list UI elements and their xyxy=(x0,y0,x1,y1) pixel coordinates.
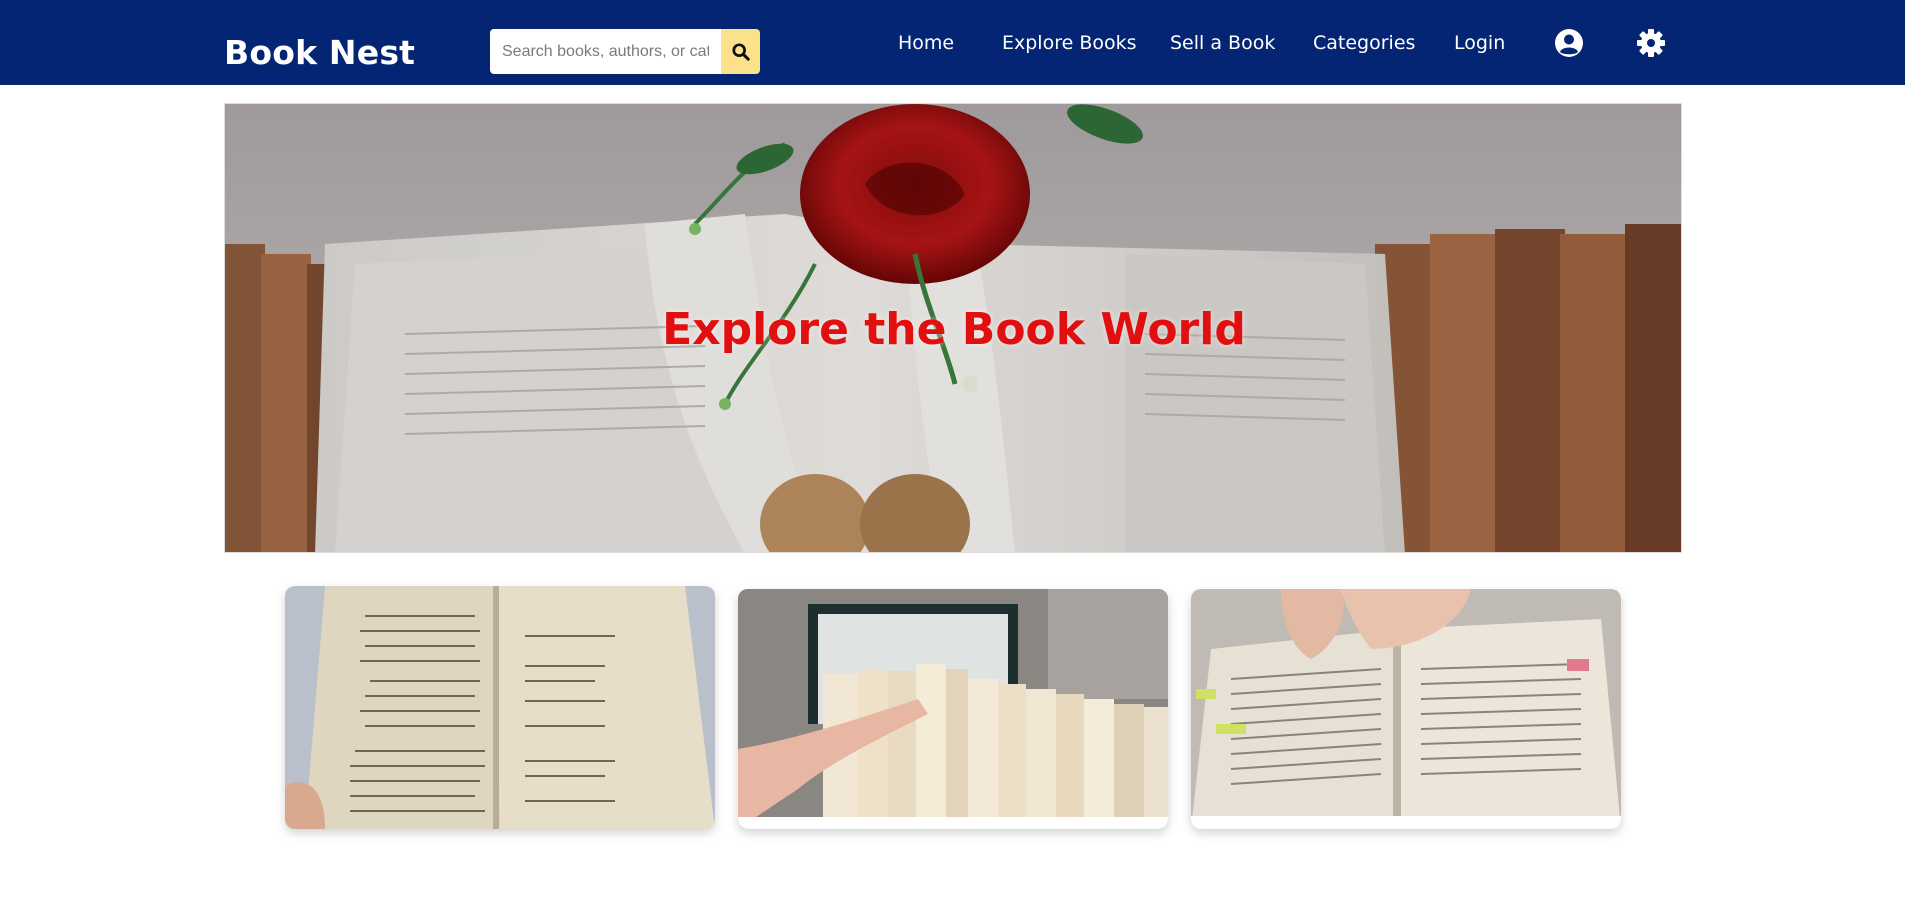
search-input[interactable] xyxy=(490,29,721,74)
feature-card[interactable] xyxy=(285,586,715,829)
card-image xyxy=(1191,589,1621,829)
search-button[interactable] xyxy=(721,29,760,74)
nav-login[interactable]: Login xyxy=(1454,30,1505,56)
search-icon xyxy=(731,42,750,61)
nav-explore-books[interactable]: Explore Books xyxy=(1002,30,1137,56)
nav-home[interactable]: Home xyxy=(898,30,954,56)
user-circle-icon[interactable] xyxy=(1554,28,1584,58)
card-image xyxy=(285,586,715,829)
nav-categories[interactable]: Categories xyxy=(1313,30,1415,56)
navbar: Book Nest Home Explore Books Sell a Book… xyxy=(0,0,1905,85)
search-bar xyxy=(490,29,760,74)
gear-icon[interactable] xyxy=(1636,28,1666,58)
card-image xyxy=(738,589,1168,829)
hero-title: Explore the Book World xyxy=(662,303,1246,355)
hero-banner: Explore the Book World xyxy=(224,103,1682,553)
brand-logo[interactable]: Book Nest xyxy=(224,32,415,74)
feature-card[interactable] xyxy=(1191,589,1621,829)
nav-sell-a-book[interactable]: Sell a Book xyxy=(1170,30,1275,56)
feature-card[interactable] xyxy=(738,589,1168,829)
